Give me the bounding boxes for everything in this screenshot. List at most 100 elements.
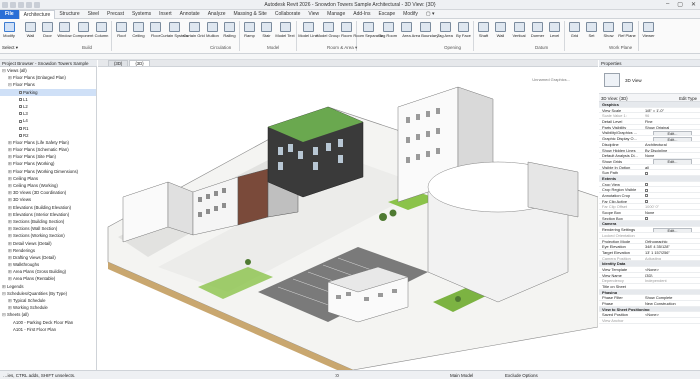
- 3d-viewport[interactable]: Unnamed Graphics...: [98, 67, 598, 370]
- checkbox[interactable]: [645, 171, 648, 175]
- window-button[interactable]: Window: [56, 21, 73, 43]
- tree-item[interactable]: ⊞Sections (Working Section): [0, 232, 96, 239]
- tree-item[interactable]: ⊟Sheets (all): [0, 311, 96, 318]
- area-button[interactable]: Area: [398, 21, 415, 43]
- tab--[interactable]: ▢ ▾: [422, 10, 439, 19]
- tab-insert[interactable]: Insert: [155, 10, 176, 19]
- column-button[interactable]: Column: [93, 21, 110, 43]
- railing-button[interactable]: Railing: [221, 21, 238, 43]
- tab-annotate[interactable]: Annotate: [176, 10, 204, 19]
- property-value[interactable]: Orthographic: [642, 239, 700, 244]
- curtain-system-button[interactable]: Curtain System: [160, 21, 188, 43]
- property-value[interactable]: <None>: [642, 312, 700, 317]
- door-button[interactable]: Door: [39, 21, 56, 43]
- document-tab[interactable]: (3D): [108, 60, 129, 66]
- tree-item[interactable]: ⊞Floor Plans (Schematic Plan): [0, 146, 96, 153]
- close-icon[interactable]: ✕: [691, 1, 696, 8]
- room-separator-button[interactable]: Room Separator: [353, 21, 383, 43]
- wall-button[interactable]: Wall: [22, 21, 39, 43]
- property-value[interactable]: None: [642, 153, 700, 158]
- floor-button[interactable]: Floor: [147, 21, 164, 43]
- property-value[interactable]: Independent: [642, 278, 700, 283]
- tree-item[interactable]: L1: [0, 96, 96, 103]
- property-value[interactable]: 13' 1 157/256": [642, 250, 700, 255]
- tab-collaborate[interactable]: Collaborate: [271, 10, 305, 19]
- tab-add-ins[interactable]: Add-Ins: [349, 10, 374, 19]
- property-value[interactable]: None: [642, 210, 700, 215]
- tab-structure[interactable]: Structure: [55, 10, 83, 19]
- tree-item[interactable]: ⊞Floor Plans (Working Dimensions): [0, 168, 96, 175]
- tree-item[interactable]: ⊟Schedules/Quantities (By Type): [0, 290, 96, 297]
- roof-button[interactable]: Roof: [113, 21, 130, 43]
- property-value[interactable]: all: [642, 165, 700, 170]
- show-button[interactable]: Show: [600, 21, 617, 43]
- active-model[interactable]: Main Model: [450, 373, 473, 378]
- tree-item[interactable]: L4: [0, 117, 96, 124]
- tree-item[interactable]: ⊞Renderings: [0, 247, 96, 254]
- ceiling-button[interactable]: Ceiling: [130, 21, 147, 43]
- tree-item[interactable]: Parking: [0, 88, 96, 96]
- checkbox[interactable]: [645, 183, 648, 187]
- property-value[interactable]: Fine: [642, 119, 700, 124]
- tree-item[interactable]: ⊞Area Plans (Rentable): [0, 275, 96, 282]
- property-value[interactable]: 348' 4 35/128": [642, 244, 700, 249]
- type-selector[interactable]: 3D View: [599, 67, 700, 94]
- property-value[interactable]: Show Original: [642, 125, 700, 130]
- tree-item[interactable]: ⊞Ceiling Plans: [0, 175, 96, 182]
- building-model-view[interactable]: [98, 67, 598, 370]
- tab-view[interactable]: View: [304, 10, 323, 19]
- modify-button[interactable]: Modify: [2, 21, 16, 43]
- checkbox[interactable]: [645, 200, 648, 204]
- curtain-grid-button[interactable]: Curtain Grid: [183, 21, 205, 43]
- checkbox[interactable]: [645, 217, 648, 221]
- tag-room-button[interactable]: Tag Room: [378, 21, 398, 43]
- property-value[interactable]: 96: [642, 113, 700, 118]
- tree-item[interactable]: ⊞Area Plans (Gross Building): [0, 268, 96, 275]
- property-value[interactable]: 1/8" = 1'-0": [642, 108, 700, 113]
- tree-item[interactable]: L3: [0, 110, 96, 117]
- dormer-button[interactable]: Dormer: [529, 21, 546, 43]
- tree-item[interactable]: ⊞3D Views (3D Coordination): [0, 189, 96, 196]
- ref-plane-button[interactable]: Ref Plane: [617, 21, 637, 43]
- tree-item[interactable]: ⊞Floor Plans (Working): [0, 160, 96, 167]
- tab-architecture[interactable]: Architecture: [18, 9, 56, 19]
- tab-precast[interactable]: Precast: [103, 10, 128, 19]
- area-boundary-button[interactable]: Area Boundary: [412, 21, 438, 43]
- tree-item[interactable]: R1: [0, 125, 96, 132]
- tree-item[interactable]: ⊞Floor Plans (Life Safety Plan): [0, 139, 96, 146]
- stair-button[interactable]: Stair: [258, 21, 275, 43]
- grid-button[interactable]: Grid: [566, 21, 583, 43]
- tree-item[interactable]: ⊞Ceiling Plans (Working): [0, 182, 96, 189]
- ramp-button[interactable]: Ramp: [241, 21, 258, 43]
- model-line-button[interactable]: Model Line: [298, 21, 318, 43]
- property-value[interactable]: By Discipline: [642, 148, 700, 153]
- tree-item[interactable]: ⊞Floor Plans (Enlarged Plan): [0, 74, 96, 81]
- mullion-button[interactable]: Mullion: [204, 21, 221, 43]
- tag-area-button[interactable]: Tag Area: [435, 21, 455, 43]
- tab-modify[interactable]: Modify: [399, 10, 422, 19]
- edit-button[interactable]: Edit...: [653, 227, 692, 232]
- checkbox[interactable]: [645, 188, 648, 192]
- tree-item[interactable]: ⊟Floor Plans: [0, 81, 96, 88]
- exclude-options-checkbox[interactable]: Exclude Options: [505, 373, 538, 378]
- document-tab[interactable]: {3D}: [129, 60, 150, 66]
- property-value[interactable]: Adjusting: [642, 256, 700, 261]
- model-group-button[interactable]: Model Group: [316, 21, 340, 43]
- room-button[interactable]: Room: [338, 21, 355, 43]
- tree-item[interactable]: R2: [0, 132, 96, 139]
- property-value[interactable]: 1000' 0": [642, 204, 700, 209]
- tab-massing-site[interactable]: Massing & Site: [229, 10, 270, 19]
- property-value[interactable]: Show Complete: [642, 295, 700, 300]
- tree-item[interactable]: A101 - First Floor Plan: [0, 326, 96, 333]
- shaft-button[interactable]: Shaft: [475, 21, 492, 43]
- tree-item[interactable]: ⊞Elevations (Building Elevation): [0, 204, 96, 211]
- tree-item[interactable]: ⊞Sections (Wall Section): [0, 225, 96, 232]
- tree-item[interactable]: A100 - Parking Deck Floor Plan: [0, 319, 96, 326]
- property-value[interactable]: [642, 233, 700, 238]
- tab-steel[interactable]: Steel: [84, 10, 103, 19]
- minimize-icon[interactable]: –: [666, 1, 669, 8]
- tree-item[interactable]: ⊞Floor Plans (Site Plan): [0, 153, 96, 160]
- tree-item[interactable]: ⊞Walkthroughs: [0, 261, 96, 268]
- edit-type-button[interactable]: Edit Type: [679, 96, 697, 101]
- tree-item[interactable]: ⊞Elevations (Interior Elevation): [0, 211, 96, 218]
